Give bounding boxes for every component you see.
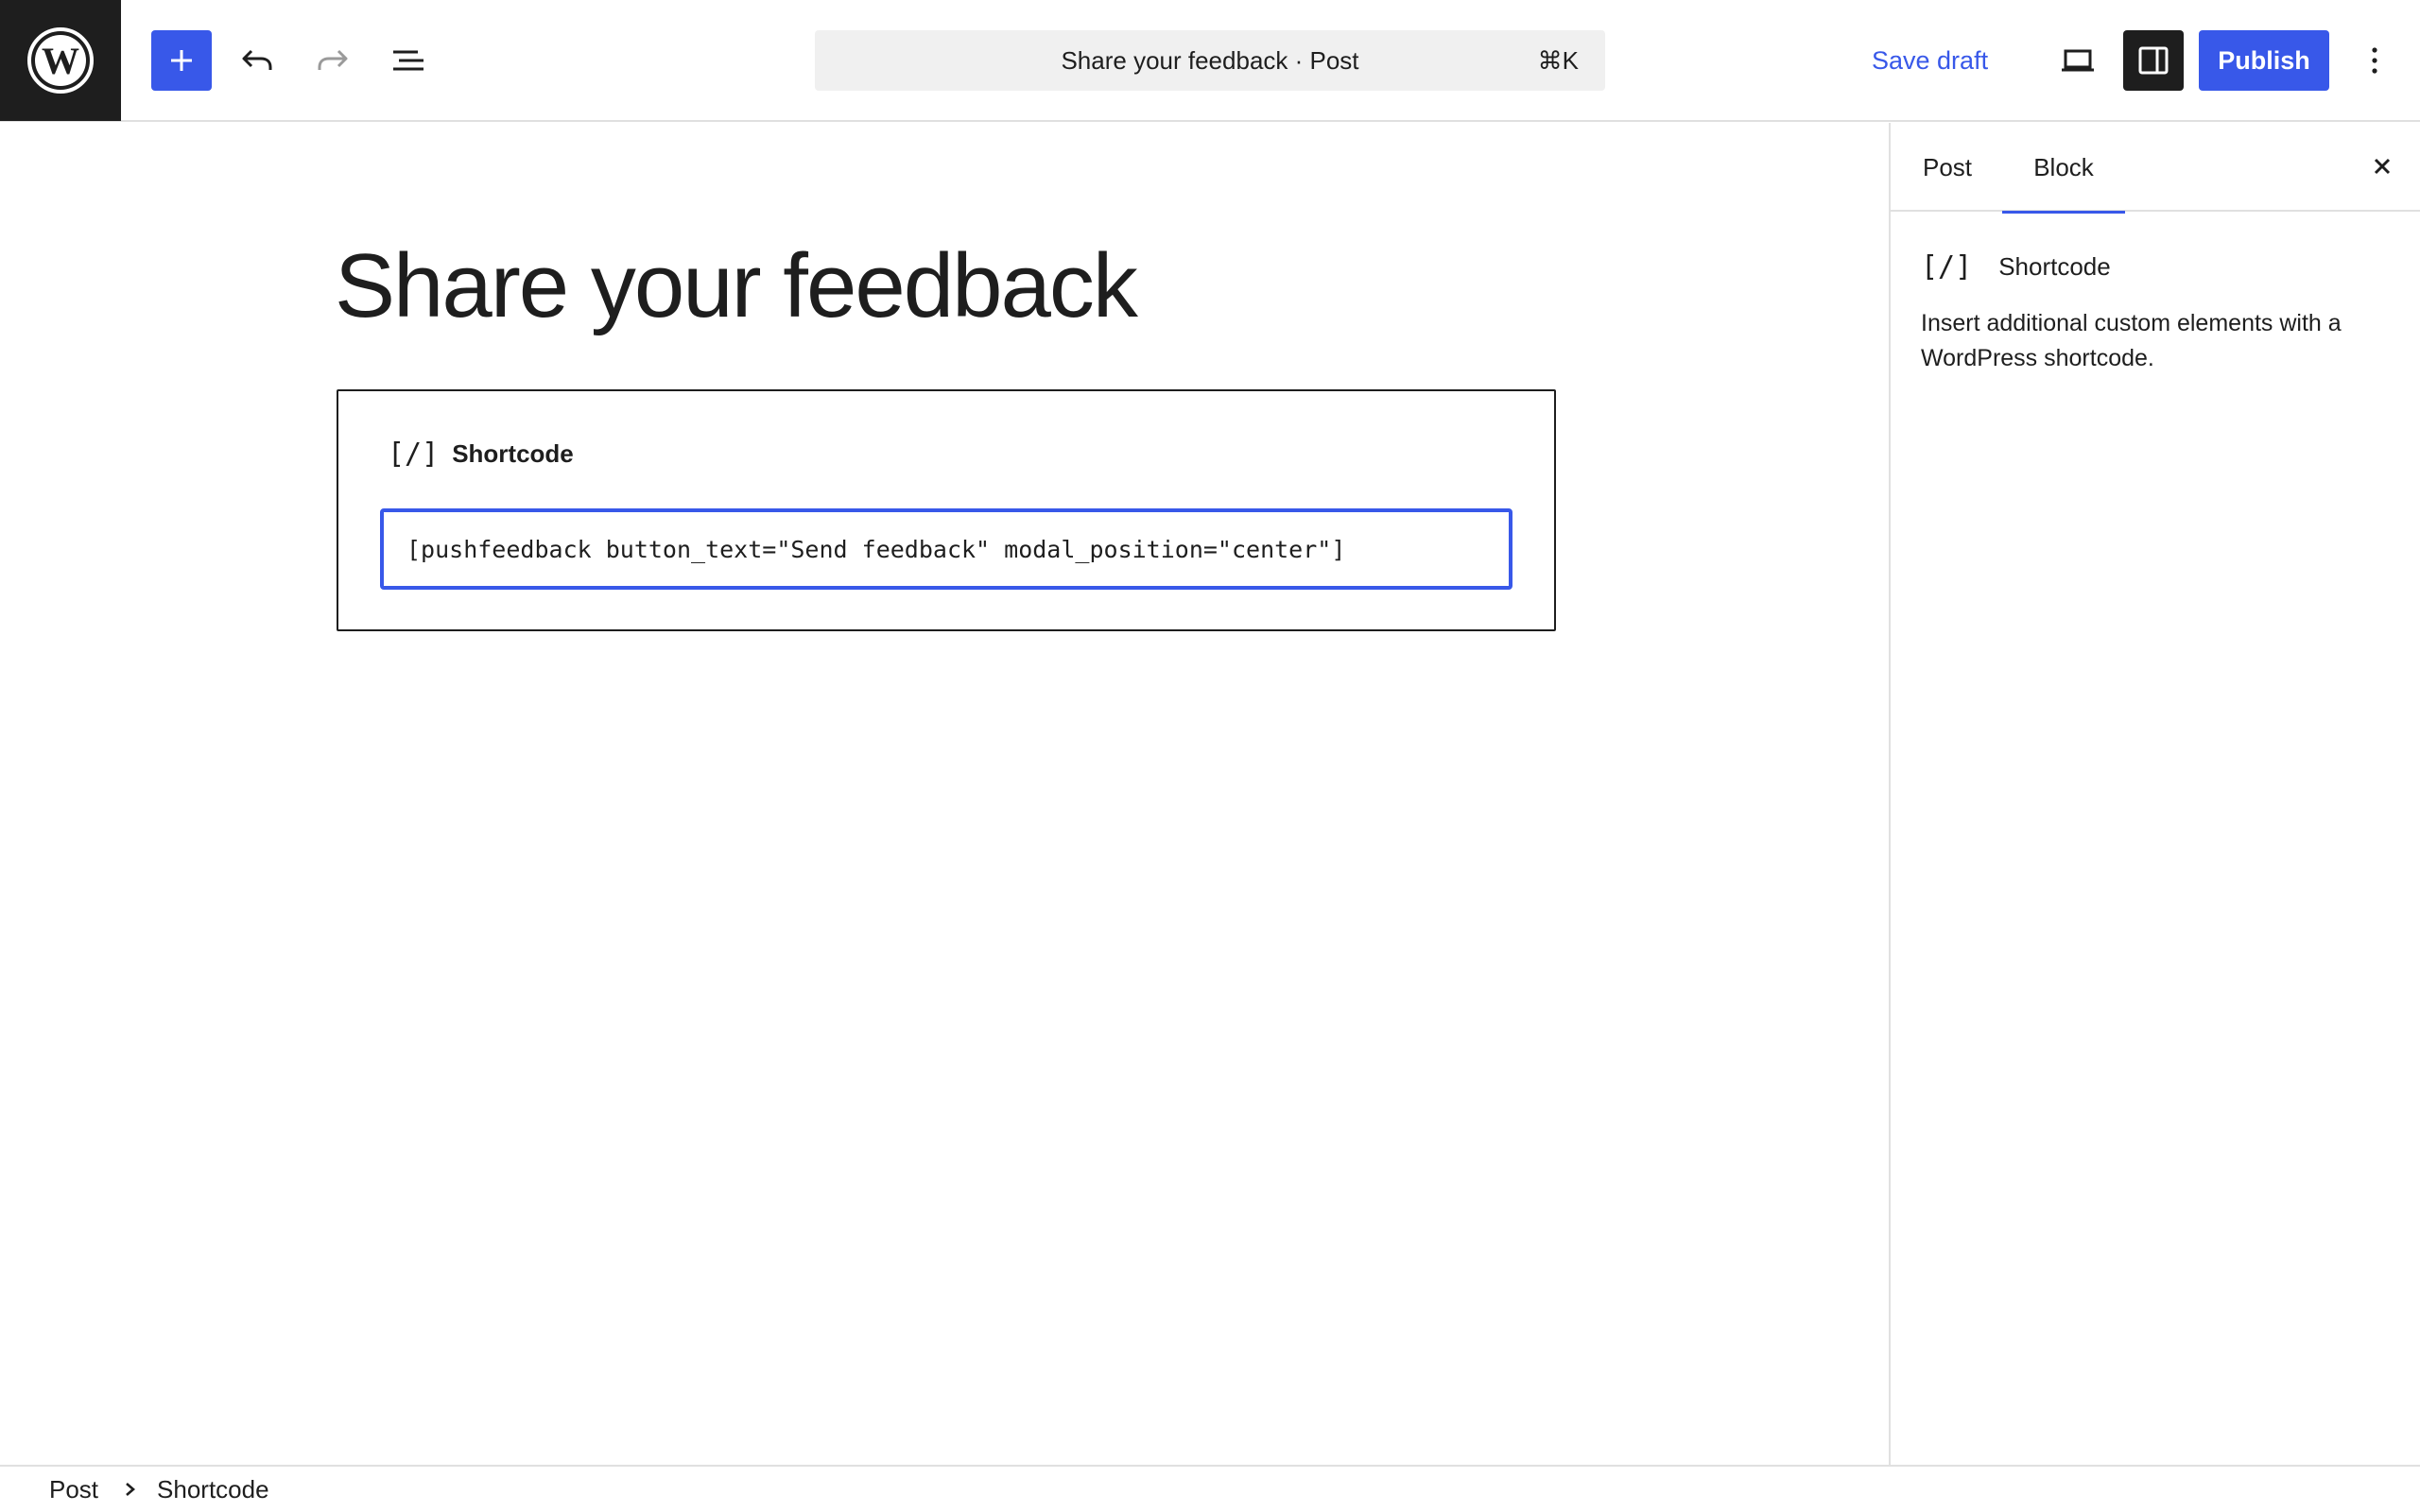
- add-block-button[interactable]: [151, 30, 212, 91]
- close-icon: [2374, 158, 2391, 175]
- editor-canvas: Share your feedback [/] Shortcode [pushf…: [0, 123, 1889, 1465]
- svg-text:W: W: [42, 40, 79, 82]
- preview-button[interactable]: [2048, 30, 2108, 91]
- command-palette-bar[interactable]: Share your feedback · Post ⌘K: [815, 30, 1605, 91]
- sidebar-tabs: Post Block: [1891, 123, 2420, 214]
- breadcrumb-item-post[interactable]: Post: [49, 1475, 98, 1504]
- list-view-icon: [393, 50, 424, 71]
- more-vertical-icon: [2372, 47, 2377, 74]
- shortcode-block-title: Shortcode: [452, 438, 574, 468]
- chevron-right-icon: [123, 1480, 138, 1499]
- keyboard-shortcut: ⌘K: [1537, 45, 1579, 75]
- sidebar-toggle-icon: [2138, 46, 2169, 75]
- publish-button[interactable]: Publish: [2199, 30, 2329, 91]
- breadcrumb-item-shortcode[interactable]: Shortcode: [157, 1475, 269, 1504]
- block-card-title: Shortcode: [1998, 251, 2111, 281]
- post-title[interactable]: Share your feedback: [335, 234, 1138, 338]
- wordpress-logo-icon[interactable]: W: [0, 0, 121, 121]
- shortcode-icon: [/]: [388, 437, 440, 471]
- block-card-description: Insert additional custom elements with a…: [1921, 310, 2342, 371]
- shortcode-block-label: [/] Shortcode: [388, 437, 574, 471]
- settings-toggle-button[interactable]: [2123, 30, 2184, 91]
- desktop-icon: [2062, 49, 2094, 72]
- tab-post[interactable]: Post: [1904, 123, 1991, 212]
- shortcode-input[interactable]: [pushfeedback button_text="Send feedback…: [380, 508, 1512, 590]
- undo-icon: [242, 49, 272, 70]
- editor-header: W Share your feedback · Post ⌘K Save dra…: [0, 0, 2420, 122]
- settings-sidebar: Post Block [/] Shortcode Insert addition…: [1889, 123, 2420, 1465]
- document-overview-button[interactable]: [378, 30, 439, 91]
- redo-button[interactable]: [302, 30, 363, 91]
- plus-icon: [171, 50, 192, 71]
- document-title: Share your feedback · Post: [1061, 45, 1359, 75]
- shortcode-block[interactable]: [/] Shortcode [pushfeedback button_text=…: [337, 389, 1556, 631]
- breadcrumb: Post Shortcode: [0, 1465, 2420, 1512]
- close-sidebar-button[interactable]: [2352, 136, 2412, 197]
- undo-button[interactable]: [227, 30, 287, 91]
- options-button[interactable]: [2344, 30, 2405, 91]
- shortcode-icon: [/]: [1921, 249, 1973, 284]
- block-card: [/] Shortcode Insert additional custom e…: [1921, 246, 2394, 376]
- redo-icon: [318, 49, 348, 70]
- block-card-header: [/] Shortcode: [1921, 246, 2394, 287]
- tab-block[interactable]: Block: [2002, 123, 2125, 214]
- save-draft-button[interactable]: Save draft: [1872, 30, 1988, 91]
